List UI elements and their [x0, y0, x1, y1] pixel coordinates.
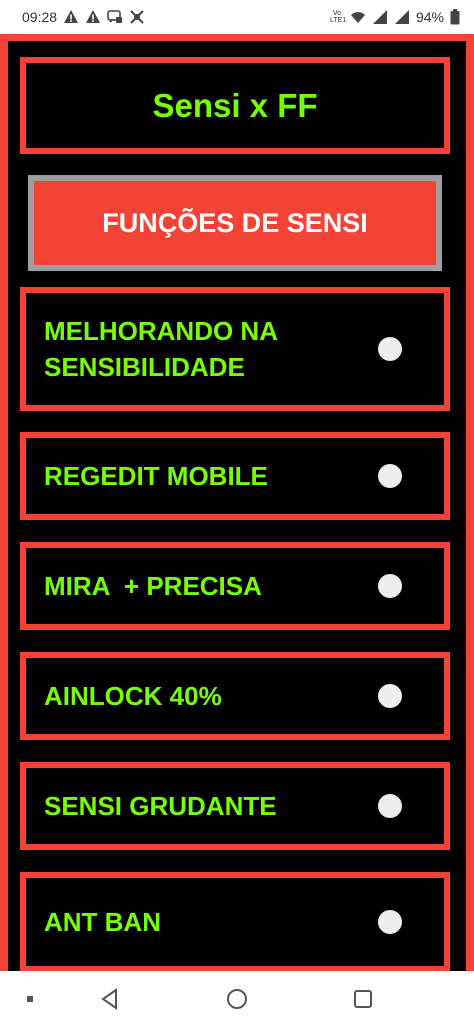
option-mira-precisa[interactable]: MIRA + PRECISA: [20, 542, 450, 630]
app-content: Sensi x FF FUNÇÕES DE SENSI MELHORANDO N…: [8, 41, 466, 971]
funcoes-de-sensi-label: FUNÇÕES DE SENSI: [102, 207, 368, 238]
option-regedit-mobile[interactable]: REGEDIT MOBILE: [20, 432, 450, 520]
battery-percentage: 94%: [415, 9, 444, 25]
option-toggle-icon[interactable]: [378, 684, 402, 708]
option-ainlock-40[interactable]: AINLOCK 40%: [20, 652, 450, 740]
overview-icon[interactable]: [349, 985, 377, 1013]
title-box: Sensi x FF: [20, 57, 450, 154]
signal-icon: [394, 10, 409, 24]
status-time: 09:28: [22, 9, 58, 25]
option-toggle-icon[interactable]: [378, 574, 402, 598]
option-label: AINLOCK 40%: [44, 681, 222, 711]
wifi-icon: [350, 12, 365, 23]
battery-icon: [450, 9, 460, 25]
funcoes-de-sensi-button[interactable]: FUNÇÕES DE SENSI: [28, 175, 442, 271]
signal-icon: [372, 10, 387, 24]
app-title: Sensi x FF: [152, 86, 318, 124]
warning-icon: [64, 10, 79, 23]
messenger-icon: [107, 10, 123, 23]
option-label: REGEDIT MOBILE: [44, 461, 268, 491]
option-melhorando-sensibilidade[interactable]: MELHORANDO NA SENSIBILIDADE: [20, 287, 450, 411]
option-label: SENSI GRUDANTE: [44, 791, 277, 821]
app-frame: Sensi x FF FUNÇÕES DE SENSI MELHORANDO N…: [0, 34, 474, 971]
option-toggle-icon[interactable]: [378, 337, 402, 361]
navigation-bar: [0, 971, 474, 1027]
volte-top: Vo: [332, 10, 342, 17]
status-right: Vo LTE1 94%: [330, 9, 460, 25]
status-left: 09:28: [22, 9, 145, 25]
status-bar: 09:28 Vo LTE1 94%: [0, 0, 474, 34]
back-icon[interactable]: [96, 985, 124, 1013]
volte-indicator: Vo LTE1: [329, 10, 347, 24]
app-icon: [130, 10, 144, 24]
warning-icon: [86, 10, 101, 23]
home-icon[interactable]: [223, 985, 251, 1013]
option-label: MELHORANDO NA SENSIBILIDADE: [44, 316, 278, 382]
volte-bottom: LTE1: [329, 17, 347, 24]
option-toggle-icon[interactable]: [378, 464, 402, 488]
option-label: ANT BAN: [44, 907, 161, 937]
option-toggle-icon[interactable]: [378, 910, 402, 934]
option-sensi-grudante[interactable]: SENSI GRUDANTE: [20, 762, 450, 850]
option-label: MIRA + PRECISA: [44, 571, 262, 601]
option-toggle-icon[interactable]: [378, 794, 402, 818]
option-ant-ban[interactable]: ANT BAN: [20, 872, 450, 971]
recent-dot-icon[interactable]: [16, 985, 44, 1013]
